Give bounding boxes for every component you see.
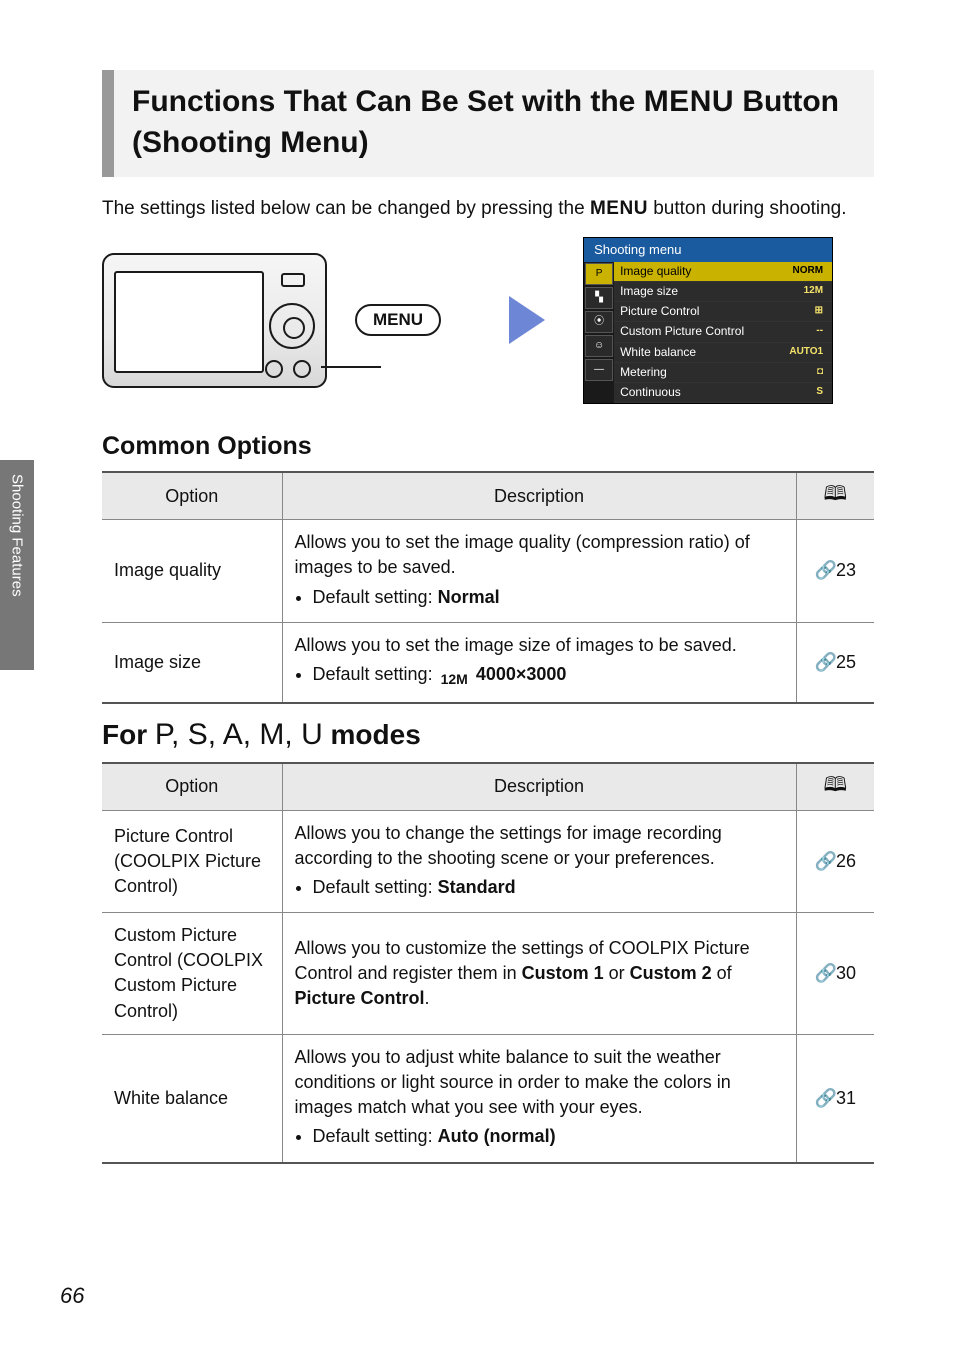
sm-row: Picture Control⊞ — [614, 302, 832, 322]
opt-page-ref: 🔗25 — [796, 622, 874, 702]
reference-icon: 🔗 — [815, 963, 836, 983]
opt-page-ref: 🔗30 — [796, 913, 874, 1035]
sm-tab: P — [585, 263, 613, 285]
modes-options-table: Option Description 🕮 Picture Control (CO… — [102, 762, 874, 1164]
opt-page-ref: 🔗26 — [796, 810, 874, 913]
reference-icon: 🔗 — [815, 560, 836, 580]
sm-row: White balanceAUTO1 — [614, 343, 832, 363]
image-size-icon: 12M — [438, 670, 471, 690]
book-icon: 🕮 — [823, 774, 847, 796]
page-title: Functions That Can Be Set with the MENU … — [132, 82, 856, 163]
th-description: Description — [282, 472, 796, 520]
opt-page-ref: 🔗23 — [796, 520, 874, 623]
sm-tab: — — [585, 359, 613, 381]
title-pre: Functions That Can Be Set with the — [132, 85, 644, 118]
shooting-menu-screenshot: Shooting menu P ▚ ⦿ ☺ — Image qualityNOR… — [583, 237, 833, 405]
book-icon: 🕮 — [823, 483, 847, 505]
sect2-post: modes — [323, 719, 421, 750]
figure-row: MENU Shooting menu P ▚ ⦿ ☺ — Image quali… — [102, 237, 874, 405]
th-description: Description — [282, 763, 796, 811]
sm-row: Image qualityNORM — [614, 262, 832, 282]
sm-tab: ▚ — [585, 287, 613, 309]
page-number: 66 — [60, 1283, 84, 1309]
opt-name: Image quality — [102, 520, 282, 623]
shooting-menu-title: Shooting menu — [584, 238, 832, 262]
section-common-options: Common Options — [102, 432, 874, 461]
table-row: Custom Picture Control (COOLPIX Custom P… — [102, 913, 874, 1035]
title-menu-word: MENU — [644, 85, 734, 118]
opt-desc: Allows you to adjust white balance to su… — [282, 1034, 796, 1162]
opt-name: Picture Control (COOLPIX Picture Control… — [102, 810, 282, 913]
table-row: Image size Allows you to set the image s… — [102, 622, 874, 702]
opt-name: Custom Picture Control (COOLPIX Custom P… — [102, 913, 282, 1035]
sect2-modes: P, S, A, M, U — [155, 718, 323, 751]
opt-desc: Allows you to customize the settings of … — [282, 913, 796, 1035]
opt-desc: Allows you to set the image quality (com… — [282, 520, 796, 623]
sect2-pre: For — [102, 719, 155, 750]
table-row: White balance Allows you to adjust white… — [102, 1034, 874, 1162]
common-options-table: Option Description 🕮 Image quality Allow… — [102, 471, 874, 703]
intro-menu-word: MENU — [590, 198, 648, 219]
arrow-icon — [509, 296, 545, 344]
opt-name: White balance — [102, 1034, 282, 1162]
th-page-icon: 🕮 — [796, 472, 874, 520]
th-option: Option — [102, 472, 282, 520]
opt-desc: Allows you to set the image size of imag… — [282, 622, 796, 702]
th-page-icon: 🕮 — [796, 763, 874, 811]
sm-tab: ☺ — [585, 335, 613, 357]
opt-page-ref: 🔗31 — [796, 1034, 874, 1162]
opt-desc: Allows you to change the settings for im… — [282, 810, 796, 913]
section-modes: For P, S, A, M, U modes — [102, 718, 874, 752]
side-tab: Shooting Features — [0, 460, 34, 670]
opt-name: Image size — [102, 622, 282, 702]
intro-text: The settings listed below can be changed… — [102, 195, 874, 223]
th-option: Option — [102, 763, 282, 811]
sm-row: Metering◘ — [614, 363, 832, 383]
menu-button-label: MENU — [355, 304, 441, 336]
table-row: Image quality Allows you to set the imag… — [102, 520, 874, 623]
sm-row: Image size12M — [614, 282, 832, 302]
sm-tab: ⦿ — [585, 311, 613, 333]
intro-post: button during shooting. — [648, 198, 847, 219]
reference-icon: 🔗 — [815, 1088, 836, 1108]
sm-row: Custom Picture Control-- — [614, 322, 832, 342]
camera-illustration — [102, 253, 327, 388]
sm-row: ContinuousS — [614, 383, 832, 403]
intro-pre: The settings listed below can be changed… — [102, 198, 590, 219]
reference-icon: 🔗 — [815, 851, 836, 871]
reference-icon: 🔗 — [815, 652, 836, 672]
page-title-block: Functions That Can Be Set with the MENU … — [102, 70, 874, 177]
table-row: Picture Control (COOLPIX Picture Control… — [102, 810, 874, 913]
